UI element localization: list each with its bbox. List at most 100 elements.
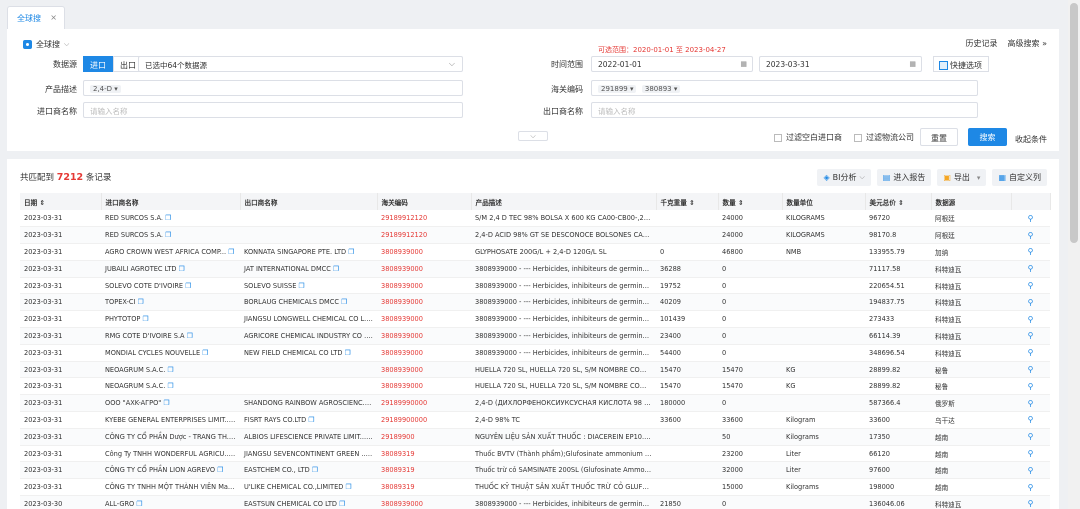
copy-icon[interactable]: ❐ [341,298,347,306]
col-kg[interactable]: 千克重量 ⇕ [656,193,719,210]
export-button[interactable]: ▣ 导出 ▾ [937,169,987,186]
table-row[interactable]: 2023-03-31 PHYTOTOP ❐ JIANGSU LONGWELL CHEM… [20,310,1050,329]
date-to-input[interactable]: 2023-03-31 ▦ [759,56,922,72]
table-row[interactable]: 2023-03-31 MONDIAL CYCLES NOUVELLE ❐ NEW FI… [20,344,1050,362]
copy-icon[interactable]: ❐ [163,399,169,407]
copy-icon[interactable]: ❐ [312,466,318,474]
scrollbar-thumb[interactable] [1070,3,1078,243]
calendar-icon: ▦ [740,60,747,68]
search-icon[interactable]: ⚲ [1011,310,1050,329]
expand-toggle[interactable]: ⌵ [518,131,548,141]
reset-button[interactable]: 重置 [920,128,958,146]
table-row[interactable]: 2023-03-30 ALL-GRO ❐ EASTSUN CHEMICAL CO LT… [20,495,1050,509]
search-icon[interactable]: ⚲ [1011,327,1050,345]
col-qty[interactable]: 数量 ⇕ [718,193,783,210]
search-icon[interactable]: ⚲ [1011,361,1050,379]
table-row[interactable]: 2023-03-31 CÔNG TY TNHH MỘT THÀNH VIÊN Ma… [20,478,1050,497]
copy-icon[interactable]: ❐ [179,265,185,273]
copy-icon[interactable]: ❐ [187,332,193,340]
copy-icon[interactable]: ❐ [298,282,304,290]
table-row[interactable]: 2023-03-31 RED SURCOS S.A. ❐ 29189912120 2,4… [20,226,1050,245]
product-input[interactable]: 2,4-D ▾ [83,80,463,96]
copy-icon[interactable]: ❐ [167,382,173,390]
filter-logistics-checkbox[interactable]: 过滤物流公司 [854,132,914,143]
search-icon[interactable]: ⚲ [1011,411,1050,429]
copy-icon[interactable]: ❐ [165,231,171,239]
search-icon[interactable]: ⚲ [1011,394,1050,413]
custom-columns-button[interactable]: ▦ 自定义列 [992,169,1047,186]
report-button[interactable]: ▤ 进入报告 [876,169,932,186]
search-icon[interactable]: ⚲ [1011,461,1050,480]
copy-icon[interactable]: ❐ [228,248,234,256]
search-icon[interactable]: ⚲ [1011,210,1050,228]
table-row[interactable]: 2023-03-31 AGRO CROWN WEST AFRICA COMP...… [20,243,1050,261]
search-icon[interactable]: ⚲ [1011,377,1050,396]
col-date[interactable]: 日期 ⇕ [20,193,102,210]
cell-source: 科特迪瓦 [931,344,1011,362]
copy-icon[interactable]: ❐ [344,349,350,357]
quick-options-button[interactable]: 快捷选项 [933,56,989,72]
hs-input[interactable]: 291899 ▾ 380893 ▾ [591,80,978,96]
table-row[interactable]: 2023-03-31 JUBAILI AGROTEC LTD ❐ JAT INTERN… [20,260,1050,278]
copy-icon[interactable]: ❐ [142,315,148,323]
search-icon[interactable]: ⚲ [1011,478,1050,497]
table-row[interactable]: 2023-03-31 NEOAGRUM S.A.C. ❐ 3808939000 HUEL… [20,361,1050,379]
advanced-search-link[interactable]: 高级搜索 » [1008,38,1047,49]
search-button[interactable]: 搜索 [968,128,1007,146]
col-usd[interactable]: 美元总价 ⇕ [865,193,932,210]
table-row[interactable]: 2023-03-31 NEOAGRUM S.A.C. ❐ 3808939000 HUEL… [20,377,1050,396]
close-icon[interactable]: × [50,13,57,22]
search-icon[interactable]: ⚲ [1011,293,1050,312]
copy-icon[interactable]: ❐ [372,315,377,323]
tab-global-search[interactable]: 全球搜 × [7,6,65,29]
copy-icon[interactable]: ❐ [345,483,351,491]
copy-icon[interactable]: ❐ [333,265,339,273]
datasets-select[interactable]: 已选中64个数据源 ⌵ [138,56,463,72]
filter-importer-checkbox[interactable]: 过滤空白进口商 [774,132,842,143]
table-row[interactable]: 2023-03-31 RED SURCOS S.A. ❐ 29189912120 S/M… [20,210,1050,228]
hs-chip[interactable]: 380893 ▾ [641,85,681,93]
copy-icon[interactable]: ❐ [371,399,377,407]
copy-icon[interactable]: ❐ [185,282,191,290]
copy-icon[interactable]: ❐ [136,500,142,508]
search-icon[interactable]: ⚲ [1011,260,1050,278]
copy-icon[interactable]: ❐ [167,366,173,374]
search-icon[interactable]: ⚲ [1011,445,1050,463]
copy-icon[interactable]: ❐ [236,483,240,491]
copy-icon[interactable]: ❐ [165,214,171,222]
importer-input[interactable]: 请输入名称 [83,102,463,118]
search-icon[interactable]: ⚲ [1011,344,1050,362]
search-icon[interactable]: ⚲ [1011,243,1050,261]
table-row[interactable]: 2023-03-31 RMG COTE D'IVOIRE S.A ❐ AGRICORE… [20,327,1050,345]
scrollbar[interactable] [1068,0,1080,509]
import-button[interactable]: 进口 [83,56,113,72]
copy-icon[interactable]: ❐ [372,332,377,340]
copy-icon[interactable]: ❐ [217,466,223,474]
table-row[interactable]: 2023-03-31 TOPEX-CI ❐ BORLAUG CHEMICALS DMC… [20,293,1050,312]
bi-analysis-button[interactable]: ◈ BI分析 ⌵ [817,169,871,186]
copy-icon[interactable]: ❐ [339,500,345,508]
exporter-input[interactable]: 请输入名称 [591,102,978,118]
panel-title[interactable]: 全球搜 ⌵ [23,39,69,50]
copy-icon[interactable]: ❐ [235,433,240,441]
cell-qty: 15470 [718,361,782,379]
copy-icon[interactable]: ❐ [308,416,314,424]
search-icon[interactable]: ⚲ [1011,495,1050,509]
table-row[interactable]: 2023-03-31 CÔNG TY CỔ PHẦN Dược - TRANG T… [20,428,1050,446]
hs-chip[interactable]: 291899 ▾ [598,85,637,93]
search-icon[interactable]: ⚲ [1011,226,1050,245]
product-chip[interactable]: 2,4-D ▾ [90,85,121,93]
search-icon[interactable]: ⚲ [1011,428,1050,446]
copy-icon[interactable]: ❐ [348,248,354,256]
table-row[interactable]: 2023-03-31 CÔNG TY CỔ PHẦN LION AGREVO ❐ EA… [20,461,1050,480]
copy-icon[interactable]: ❐ [202,349,208,357]
date-from-input[interactable]: 2022-01-01 ▦ [591,56,753,72]
table-row[interactable]: 2023-03-31 SOLEVO COTE D'IVOIRE ❐ SOLEVO SU… [20,277,1050,295]
collapse-link[interactable]: 收起条件 [1015,134,1047,145]
table-row[interactable]: 2023-03-31 KYEBE GENERAL ENTERPRISES LIMI… [20,411,1050,429]
history-link[interactable]: 历史记录 [966,38,998,49]
table-row[interactable]: 2023-03-31 Công Ty TNHH WONDERFUL AGRICU.… [20,445,1050,463]
copy-icon[interactable]: ❐ [137,298,143,306]
search-icon[interactable]: ⚲ [1011,277,1050,295]
table-row[interactable]: 2023-03-31 OOO "AXK-AГРО" ❐ SHANDONG RAINBO… [20,394,1050,413]
